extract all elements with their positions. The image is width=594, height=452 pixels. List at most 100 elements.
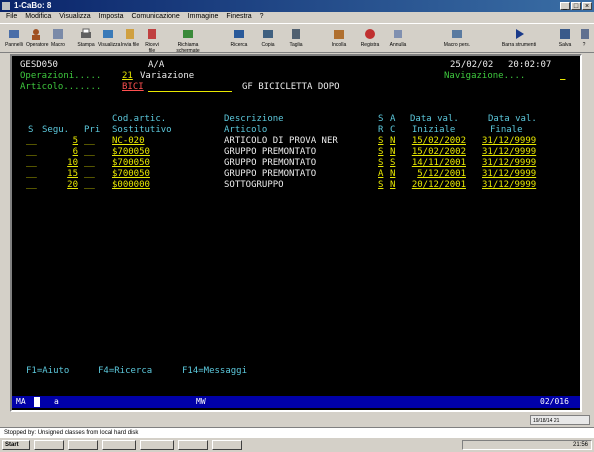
minimize-button[interactable]: _ — [560, 2, 570, 10]
row-code[interactable]: $700050 — [112, 169, 150, 179]
row-pri-field[interactable]: __ — [84, 158, 95, 168]
taskbar-item[interactable] — [68, 440, 98, 450]
row-from[interactable]: 20/12/2001 — [404, 180, 466, 190]
row-pri-field[interactable]: __ — [84, 180, 95, 190]
header-sostitutivo: Sostitutivo — [112, 125, 172, 135]
articolo-field[interactable]: BICI — [122, 82, 144, 92]
row-select-field[interactable]: __ — [26, 180, 37, 190]
row-select-field[interactable]: __ — [26, 136, 37, 146]
taskbar-item[interactable] — [34, 440, 64, 450]
row-a[interactable]: N — [390, 169, 395, 179]
toolbar-button-registra[interactable]: Registra — [358, 26, 382, 52]
row-a[interactable]: N — [390, 147, 395, 157]
toolbar-button-help[interactable]: ? — [578, 26, 590, 52]
toolbar-button-visualizza[interactable]: Visualizza — [98, 26, 120, 52]
operazioni-field[interactable]: 21 — [122, 71, 133, 81]
menu-modifica[interactable]: Modifica — [25, 13, 51, 20]
row-pri-field[interactable]: __ — [84, 147, 95, 157]
toolbar-button-pannelli[interactable]: Pannelli — [4, 26, 24, 52]
toolbar-button-invia[interactable]: Invia file — [120, 26, 140, 52]
toolbar-button-annulla[interactable]: Annulla — [388, 26, 408, 52]
row-a[interactable]: S — [390, 158, 395, 168]
save-icon — [560, 29, 570, 39]
toolbar-button-barra[interactable]: Barra strumenti — [500, 26, 538, 52]
toolbar-button-macro[interactable]: Macro — [48, 26, 68, 52]
row-descr: GRUPPO PREMONTATO — [224, 158, 317, 168]
row-from[interactable]: 15/02/2002 — [404, 136, 466, 146]
fkey-messaggi[interactable]: F14=Messaggi — [182, 366, 247, 376]
taskbar-item[interactable] — [102, 440, 136, 450]
menu-finestra[interactable]: Finestra — [226, 13, 251, 20]
row-s[interactable]: A — [378, 169, 383, 179]
window-title: 1-CaBo: 8 — [14, 1, 52, 10]
terminal-screen[interactable]: GESD050 A/A 25/02/02 20:02:07 Operazioni… — [10, 54, 582, 412]
menu-help[interactable]: ? — [260, 13, 264, 20]
toolbar-button-stampa[interactable]: Stampa — [76, 26, 96, 52]
toolbar-button-copia[interactable]: Copia — [256, 26, 280, 52]
fkey-aiuto[interactable]: F1=Aiuto — [26, 366, 69, 376]
start-button[interactable]: Start — [2, 440, 30, 450]
row-select-field[interactable]: __ — [26, 147, 37, 157]
row-descr: ARTICOLO DI PROVA NER — [224, 136, 338, 146]
header-descrizione: Descrizione — [224, 114, 284, 124]
macro-icon — [53, 29, 63, 39]
toolbar-button-macro-pers[interactable]: Macro pers. — [440, 26, 474, 52]
menu-imposta[interactable]: Imposta — [99, 13, 124, 20]
fkey-ricerca[interactable]: F4=Ricerca — [98, 366, 152, 376]
row-seq[interactable]: 10 — [42, 158, 78, 168]
row-to[interactable]: 31/12/9999 — [482, 180, 536, 190]
mode-code: A/A — [148, 60, 165, 70]
row-a[interactable]: N — [390, 180, 395, 190]
title-bar: 1-CaBo: 8 _ □ × — [0, 0, 594, 12]
operazioni-desc: Variazione — [140, 71, 195, 81]
row-select-field[interactable]: __ — [26, 169, 37, 179]
toolbar-button-ricerca[interactable]: Ricerca — [226, 26, 252, 52]
articolo-desc: GF BICICLETTA DOPO — [242, 82, 340, 92]
header-cod-artic: Cod.artic. — [112, 114, 167, 124]
row-to[interactable]: 31/12/9999 — [482, 158, 536, 168]
applet-hint-bar: 19/18/14 21 — [0, 413, 594, 427]
toolbar-button-salva[interactable]: Salva — [556, 26, 574, 52]
toolbar-button-operatore[interactable]: Operatore — [26, 26, 49, 52]
maximize-button[interactable]: □ — [571, 2, 581, 10]
toolbar-button-incolla[interactable]: Incolla — [326, 26, 352, 52]
row-seq[interactable]: 6 — [42, 147, 78, 157]
row-pri-field[interactable]: __ — [84, 169, 95, 179]
menu-file[interactable]: File — [6, 13, 17, 20]
menu-immagine[interactable]: Immagine — [188, 13, 219, 20]
taskbar-item[interactable] — [178, 440, 208, 450]
row-s[interactable]: S — [378, 180, 383, 190]
row-to[interactable]: 31/12/9999 — [482, 136, 536, 146]
row-a[interactable]: N — [390, 136, 395, 146]
row-s[interactable]: S — [378, 158, 383, 168]
row-to[interactable]: 31/12/9999 — [482, 169, 536, 179]
row-from[interactable]: 5/12/2001 — [404, 169, 466, 179]
row-code[interactable]: $000000 — [112, 180, 150, 190]
row-seq[interactable]: 20 — [42, 180, 78, 190]
program-id: GESD050 — [20, 60, 58, 70]
menu-visualizza[interactable]: Visualizza — [59, 13, 90, 20]
row-s[interactable]: S — [378, 147, 383, 157]
row-seq[interactable]: 15 — [42, 169, 78, 179]
toolbar-button-taglia[interactable]: Taglia — [284, 26, 308, 52]
row-from[interactable]: 14/11/2001 — [404, 158, 466, 168]
toolbar-button-ricevi[interactable]: Ricevi file — [142, 26, 162, 54]
navigazione-field[interactable]: _ — [560, 71, 565, 81]
close-button[interactable]: × — [582, 2, 592, 10]
row-seq[interactable]: 5 — [42, 136, 78, 146]
taskbar-item[interactable] — [140, 440, 174, 450]
taskbar: Start 21:56 — [0, 437, 594, 452]
record-icon — [365, 29, 375, 39]
toolbar-button-richiama[interactable]: Richiama schermate — [170, 26, 206, 54]
row-select-field[interactable]: __ — [26, 158, 37, 168]
row-code[interactable]: $700050 — [112, 147, 150, 157]
row-s[interactable]: S — [378, 136, 383, 146]
row-from[interactable]: 15/02/2002 — [404, 147, 466, 157]
menu-comunicazione[interactable]: Comunicazione — [131, 13, 179, 20]
app-icon[interactable] — [2, 2, 10, 10]
row-code[interactable]: $700050 — [112, 158, 150, 168]
row-to[interactable]: 31/12/9999 — [482, 147, 536, 157]
taskbar-item[interactable] — [212, 440, 242, 450]
row-code[interactable]: NC-020 — [112, 136, 145, 146]
row-pri-field[interactable]: __ — [84, 136, 95, 146]
